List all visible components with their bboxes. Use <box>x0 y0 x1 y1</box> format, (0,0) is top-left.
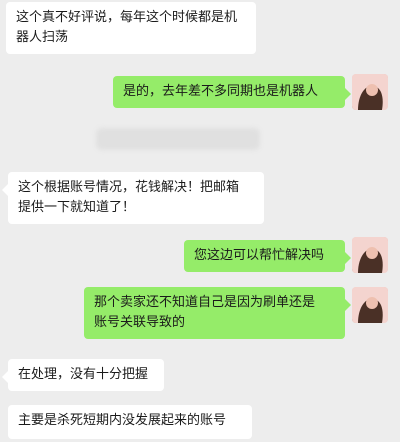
message-incoming[interactable]: 在处理，没有十分把握 <box>2 359 164 391</box>
chat-window: 这个真不好评说，每年这个时候都是机 器人扫荡 是的，去年差不多同期也是机器人 这… <box>0 0 400 442</box>
blurred-content <box>96 128 260 150</box>
message-outgoing[interactable]: 是的，去年差不多同期也是机器人 <box>113 76 351 108</box>
message-outgoing[interactable]: 那个卖家还不知道自己是因为刷单还是 账号关联导致的 <box>84 287 351 339</box>
message-outgoing[interactable]: 您这边可以帮忙解决吗 <box>184 240 351 272</box>
message-incoming[interactable]: 主要是杀死短期内没发展起来的账号 <box>8 405 252 439</box>
message-incoming[interactable]: 这个真不好评说，每年这个时候都是机 器人扫荡 <box>6 2 256 54</box>
user-avatar[interactable] <box>352 237 388 273</box>
user-avatar[interactable] <box>352 287 388 323</box>
message-incoming[interactable]: 这个根据账号情况，花钱解决！把邮箱 提供一下就知道了！ <box>2 172 264 224</box>
user-avatar[interactable] <box>352 74 388 110</box>
